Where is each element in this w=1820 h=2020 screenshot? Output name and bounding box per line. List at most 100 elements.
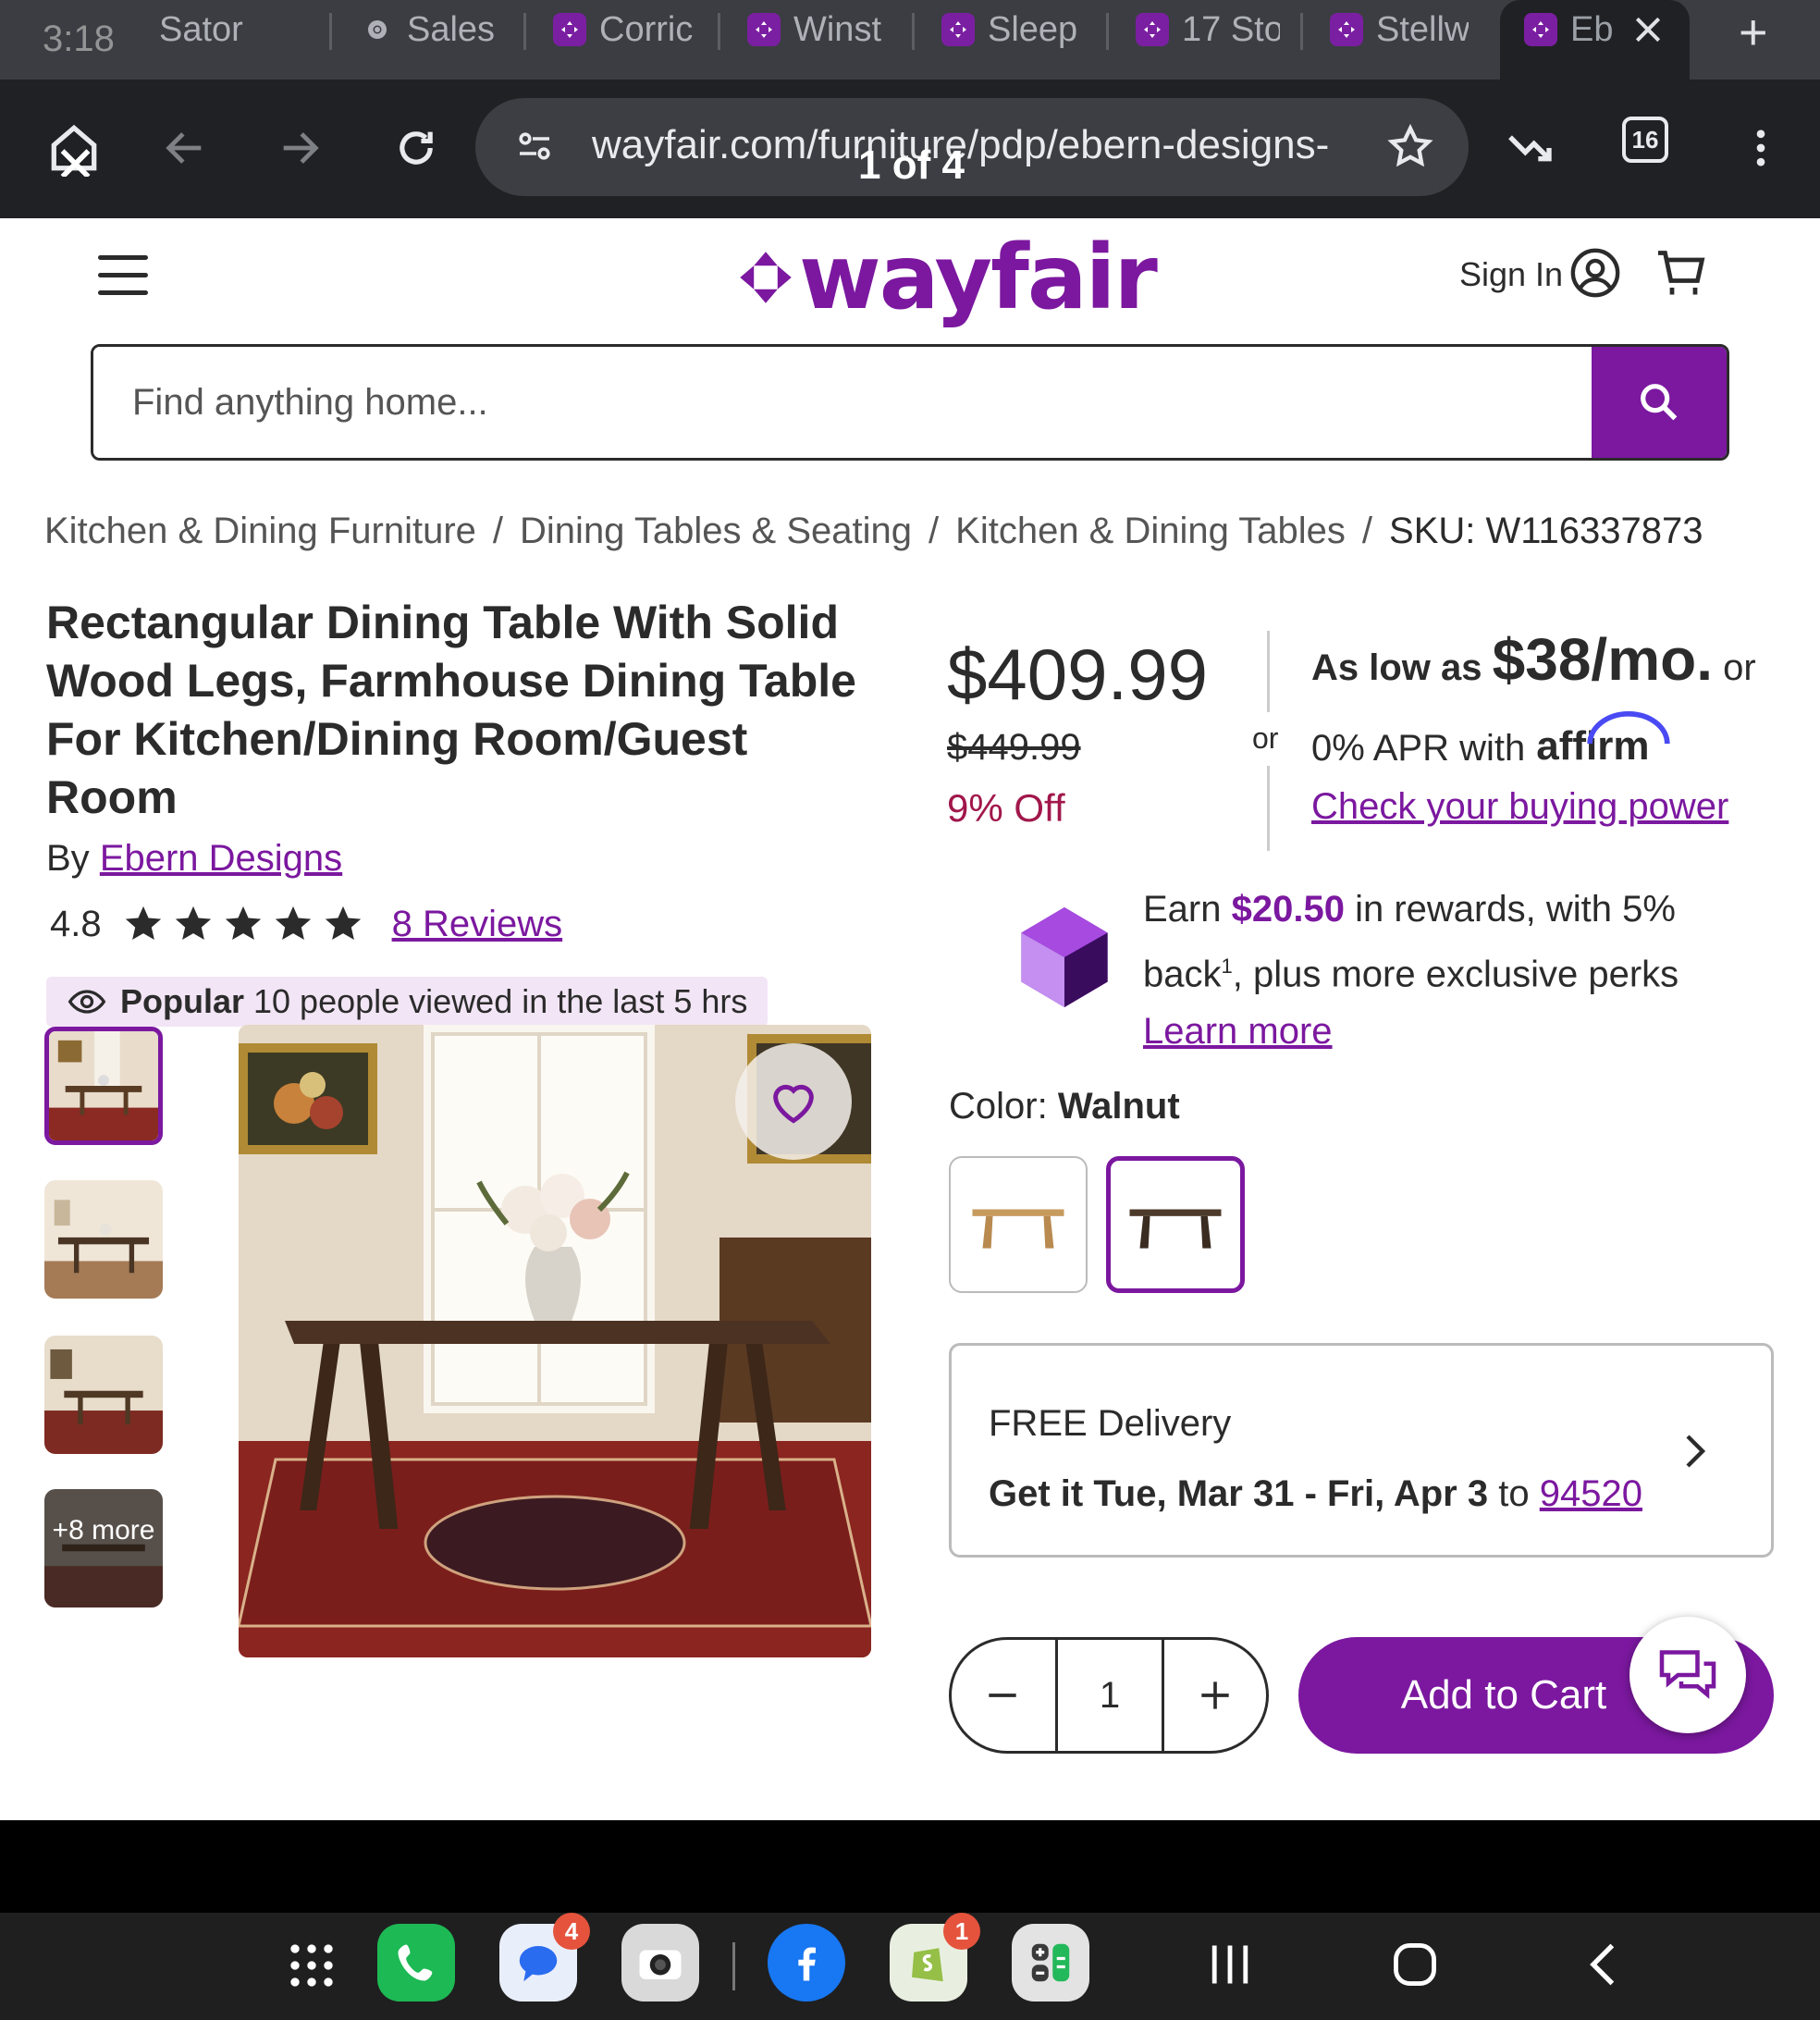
- wayfair-logo-icon: [740, 252, 792, 303]
- home-icon[interactable]: [41, 115, 107, 181]
- by-label: By: [46, 838, 90, 879]
- facebook-app-icon[interactable]: [768, 1924, 845, 2002]
- check-buying-power-link[interactable]: Check your buying power: [1311, 786, 1728, 828]
- as-low-as-label: As low as: [1311, 647, 1482, 688]
- site-settings-icon[interactable]: [512, 124, 557, 173]
- tab-stellw[interactable]: Stellw: [1330, 0, 1469, 59]
- cart-icon[interactable]: [1654, 246, 1709, 306]
- color-label: Color: Walnut: [949, 1086, 1180, 1127]
- delivery-card[interactable]: FREE Delivery Get it Tue, Mar 31 - Fri, …: [949, 1343, 1774, 1558]
- site-header: wayfair Sign In: [0, 218, 1820, 329]
- price-tracking-icon[interactable]: [1496, 115, 1563, 181]
- rewards-amount: $20.50: [1231, 889, 1345, 930]
- tab-divider: [912, 13, 915, 50]
- delivery-to: to: [1498, 1473, 1530, 1514]
- chrome-icon: [361, 13, 394, 46]
- tab-winst[interactable]: Winst: [747, 0, 892, 59]
- tab-eb-active[interactable]: Eb: [1500, 0, 1690, 80]
- affirm-logo: affirm: [1536, 711, 1670, 770]
- tab-close-icon[interactable]: [1629, 11, 1666, 48]
- camera-app-icon[interactable]: [621, 1924, 699, 2002]
- zip-code-link[interactable]: 94520: [1540, 1473, 1642, 1514]
- dining-table-thumbnail: [44, 1180, 163, 1299]
- tab-label: Stellw: [1376, 9, 1469, 49]
- thumbnail-1[interactable]: [44, 1027, 163, 1145]
- wayfair-logo[interactable]: wayfair: [736, 226, 1158, 329]
- quantity-value[interactable]: 1: [1055, 1640, 1164, 1751]
- url-text: wayfair.com/furniture/pdp/ebern-designs-: [592, 122, 1330, 167]
- thumbnail-3[interactable]: [44, 1336, 163, 1454]
- learn-more-link[interactable]: Learn more: [1143, 1011, 1333, 1052]
- reload-icon[interactable]: [383, 115, 449, 181]
- quantity-increase-button[interactable]: [1164, 1640, 1266, 1751]
- chevron-right-icon: [1673, 1429, 1717, 1478]
- tab-label: Sales: [407, 9, 496, 49]
- address-bar[interactable]: wayfair.com/furniture/pdp/ebern-designs-: [475, 98, 1469, 196]
- brand-link[interactable]: Ebern Designs: [100, 838, 342, 879]
- tab-label: Winst: [793, 9, 881, 49]
- search-input[interactable]: [93, 347, 1595, 458]
- new-tab-button[interactable]: +: [1739, 4, 1768, 61]
- add-to-cart-label: Add to Cart: [1400, 1672, 1607, 1718]
- wayfair-tab-icon: [1136, 13, 1169, 46]
- home-button-icon[interactable]: [1389, 1939, 1441, 1995]
- dining-table-thumbnail: [49, 1031, 158, 1140]
- selected-color: Walnut: [1057, 1086, 1180, 1127]
- tab-corric[interactable]: Corric: [553, 0, 697, 59]
- tab-eb: Eb: [1524, 0, 1635, 59]
- recent-apps-icon[interactable]: [1204, 1939, 1256, 1995]
- more-menu-icon[interactable]: [1728, 115, 1794, 181]
- wayfair-tab-icon: [1524, 13, 1557, 46]
- tab-label: Corric: [599, 9, 694, 49]
- original-price: $449.99: [947, 727, 1081, 768]
- browser-toolbar: wayfair.com/furniture/pdp/ebern-designs-…: [0, 80, 1820, 218]
- tab-sales[interactable]: Sales: [361, 0, 518, 59]
- chat-button[interactable]: [1629, 1617, 1746, 1733]
- reviews-link[interactable]: 8 Reviews: [392, 904, 563, 945]
- table-swatch-image: [972, 1209, 1064, 1249]
- minus-icon: [989, 1694, 1016, 1697]
- breadcrumb-link[interactable]: Kitchen & Dining Furniture: [44, 511, 476, 551]
- bookmark-star-icon[interactable]: [1385, 122, 1435, 177]
- tab-label: Eb: [1570, 9, 1614, 49]
- thumbnail-2[interactable]: [44, 1180, 163, 1299]
- messages-badge: 4: [553, 1913, 590, 1950]
- breadcrumb: Kitchen & Dining Furniture / Dining Tables…: [44, 511, 1703, 551]
- delivery-date-range: Get it Tue, Mar 31 - Fri, Apr 3: [989, 1473, 1489, 1514]
- app-drawer-icon[interactable]: [287, 1940, 337, 1995]
- rating-value: 4.8: [50, 903, 102, 944]
- back-button-icon[interactable]: [1578, 1939, 1629, 1995]
- tab-switcher-button[interactable]: 16: [1622, 117, 1668, 163]
- color-swatch-walnut[interactable]: [1106, 1156, 1245, 1293]
- tab-17-sto[interactable]: 17 Sto: [1136, 0, 1280, 59]
- calculator-app-icon[interactable]: [1012, 1924, 1089, 2002]
- favorite-button[interactable]: [735, 1043, 852, 1160]
- table-swatch-image: [1129, 1209, 1222, 1249]
- quantity-decrease-button[interactable]: [952, 1640, 1053, 1751]
- account-icon[interactable]: [1568, 246, 1622, 304]
- star-icon: [225, 905, 261, 941]
- tab-divider: [1300, 13, 1303, 50]
- rewards-prefix: Earn: [1143, 889, 1222, 930]
- color-swatch-natural[interactable]: [949, 1156, 1088, 1293]
- plus-icon: [1201, 1681, 1229, 1709]
- current-price: $409.99: [947, 634, 1208, 715]
- browser-tab-strip: 3:18 Sator Sales Corric Winst Sleep 17 S…: [0, 0, 1820, 80]
- breadcrumb-link[interactable]: Dining Tables & Seating: [520, 511, 912, 551]
- tab-sator[interactable]: Sator: [159, 0, 307, 59]
- forward-arrow-icon[interactable]: [266, 115, 333, 181]
- back-arrow-icon[interactable]: [152, 115, 218, 181]
- messages-app-icon[interactable]: 4: [499, 1913, 590, 2002]
- search-button[interactable]: [1592, 347, 1727, 458]
- shopify-app-icon[interactable]: 1: [890, 1913, 980, 2002]
- apr-offer: 0% APR with affirm: [1311, 711, 1670, 770]
- breadcrumb-link[interactable]: Kitchen & Dining Tables: [955, 511, 1346, 551]
- wayfair-tab-icon: [1330, 13, 1363, 46]
- dining-table-thumbnail: [44, 1336, 163, 1454]
- web-page: wayfair Sign In Kitchen & Dining Furnitu…: [0, 218, 1820, 1820]
- thumbnail-more[interactable]: +8 more: [44, 1489, 163, 1607]
- phone-app-icon[interactable]: [377, 1924, 455, 2002]
- tab-sleep[interactable]: Sleep: [941, 0, 1086, 59]
- hamburger-menu-icon[interactable]: [98, 255, 148, 296]
- sign-in-link[interactable]: Sign In: [1459, 255, 1563, 294]
